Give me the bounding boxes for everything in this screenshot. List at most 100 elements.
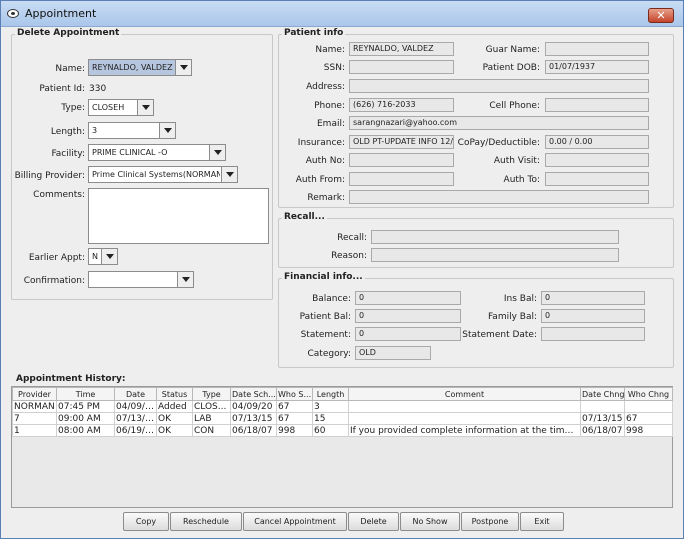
cell-phone-field[interactable] [545, 98, 649, 112]
chevron-down-icon[interactable] [101, 249, 117, 264]
confirmation-select[interactable] [88, 271, 194, 288]
earlier-appt-select[interactable]: N [88, 248, 118, 265]
auth-from-label: Auth From: [295, 175, 345, 185]
panel-title: Patient info [282, 28, 346, 38]
comments-label: Comments: [33, 190, 85, 200]
billing-provider-label: Billing Provider: [14, 171, 85, 181]
cancel-appointment-button[interactable]: Cancel Appointment [243, 512, 347, 531]
close-icon: ✕ [656, 9, 666, 22]
cell [348, 400, 581, 413]
chevron-down-icon[interactable] [221, 167, 237, 182]
ins-bal-field[interactable]: 0 [541, 291, 645, 305]
chevron-down-icon[interactable] [159, 123, 175, 138]
cell: If you provided complete information at … [348, 424, 581, 437]
chevron-down-icon[interactable] [209, 145, 225, 160]
delete-appointment-panel: Delete Appointment Name: REYNALDO, VALDE… [11, 28, 273, 300]
auth-no-field[interactable] [349, 153, 454, 167]
billing-provider-select[interactable]: Prime Clinical Systems(NORMAN) [88, 166, 238, 183]
type-select[interactable]: CLOSEH [88, 99, 154, 116]
window-title: Appointment [25, 7, 97, 20]
facility-select[interactable]: PRIME CLINICAL -O [88, 144, 226, 161]
delete-button[interactable]: Delete [348, 512, 399, 531]
col-status[interactable]: Status [156, 387, 193, 401]
chevron-down-icon[interactable] [137, 100, 153, 115]
name-select[interactable]: REYNALDO, VALDEZ [88, 59, 192, 76]
email-field[interactable]: sarangnazari@yahoo.com [349, 116, 649, 130]
reschedule-button[interactable]: Reschedule [170, 512, 242, 531]
history-table-container[interactable]: Provider Time Date Status Type Date Sch.… [11, 386, 673, 508]
remark-label: Remark: [307, 193, 345, 203]
recall-field[interactable] [371, 230, 619, 244]
col-who-changed[interactable]: Who Chng [624, 387, 673, 401]
reason-field[interactable] [371, 248, 619, 262]
cell-phone-label: Cell Phone: [489, 101, 540, 111]
ins-bal-label: Ins Bal: [503, 294, 537, 304]
comments-textarea[interactable] [88, 188, 269, 244]
col-who-scheduled[interactable]: Who S... [276, 387, 313, 401]
table-row[interactable]: 1 08:00 AM 06/19/07 OK CON 06/18/07 998 … [12, 424, 673, 437]
guar-name-field[interactable] [545, 42, 649, 56]
panel-title: Recall... [282, 212, 327, 222]
cell: CON [192, 424, 231, 437]
cell: 08:00 AM [56, 424, 115, 437]
exit-button[interactable]: Exit [520, 512, 564, 531]
cell [348, 412, 581, 425]
col-date-changed[interactable]: Date Chng [580, 387, 625, 401]
chevron-down-icon[interactable] [175, 60, 191, 75]
type-label: Type: [61, 103, 85, 113]
postpone-button[interactable]: Postpone [461, 512, 519, 531]
dob-field[interactable]: 01/07/1937 [545, 60, 649, 74]
balance-field[interactable]: 0 [355, 291, 461, 305]
ssn-field[interactable] [349, 60, 454, 74]
copay-field[interactable]: 0.00 / 0.00 [545, 135, 649, 149]
cell: 06/18/07 [580, 424, 625, 437]
panel-title: Financial info... [282, 272, 365, 282]
statement-date-field[interactable] [541, 327, 645, 341]
dob-label: Patient DOB: [482, 63, 540, 73]
phone-label: Phone: [314, 101, 345, 111]
cell: 07:45 PM [56, 400, 115, 413]
reason-label: Reason: [331, 251, 367, 261]
close-button[interactable]: ✕ [648, 8, 674, 23]
insurance-label: Insurance: [297, 138, 345, 148]
family-bal-field[interactable]: 0 [541, 309, 645, 323]
statement-field[interactable]: 0 [355, 327, 461, 341]
col-provider[interactable]: Provider [12, 387, 57, 401]
chevron-down-icon[interactable] [177, 272, 193, 287]
length-select[interactable]: 3 [88, 122, 176, 139]
col-date[interactable]: Date [114, 387, 157, 401]
recall-label: Recall: [337, 233, 367, 243]
table-row[interactable]: 7 09:00 AM 07/13/15 OK LAB 07/13/15 67 1… [12, 412, 673, 425]
patient-bal-label: Patient Bal: [299, 312, 351, 322]
eye-icon [7, 9, 19, 18]
statement-label: Statement: [300, 330, 351, 340]
col-type[interactable]: Type [192, 387, 231, 401]
auth-visit-field[interactable] [545, 153, 649, 167]
confirmation-label: Confirmation: [23, 276, 85, 286]
auth-from-field[interactable] [349, 172, 454, 186]
patient-name-label: Name: [315, 45, 345, 55]
category-field[interactable]: OLD [355, 346, 431, 360]
family-bal-label: Family Bal: [487, 312, 537, 322]
col-length[interactable]: Length [312, 387, 349, 401]
copy-button[interactable]: Copy [123, 512, 169, 531]
patient-id-label: Patient Id: [39, 84, 85, 94]
col-comment[interactable]: Comment [348, 387, 581, 401]
no-show-button[interactable]: No Show [400, 512, 460, 531]
patient-name-field[interactable]: REYNALDO, VALDEZ [349, 42, 454, 56]
auth-to-field[interactable] [545, 172, 649, 186]
facility-label: Facility: [51, 149, 85, 159]
phone-field[interactable]: (626) 716-2033 [349, 98, 454, 112]
history-header-row: Provider Time Date Status Type Date Sch.… [12, 387, 673, 401]
address-field[interactable] [349, 79, 649, 93]
cell: 67 [624, 412, 673, 425]
remark-field[interactable] [349, 190, 649, 204]
table-row[interactable]: NORMAN 07:45 PM 04/09/20 Added CLOS... 0… [12, 400, 673, 413]
patient-bal-field[interactable]: 0 [355, 309, 461, 323]
col-date-scheduled[interactable]: Date Sch... [230, 387, 277, 401]
col-time[interactable]: Time [56, 387, 115, 401]
panel-title: Delete Appointment [15, 28, 122, 38]
balance-label: Balance: [312, 294, 351, 304]
insurance-field[interactable]: OLD PT-UPDATE INFO 12/ [349, 135, 454, 149]
title-bar[interactable]: Appointment ✕ [1, 1, 683, 27]
